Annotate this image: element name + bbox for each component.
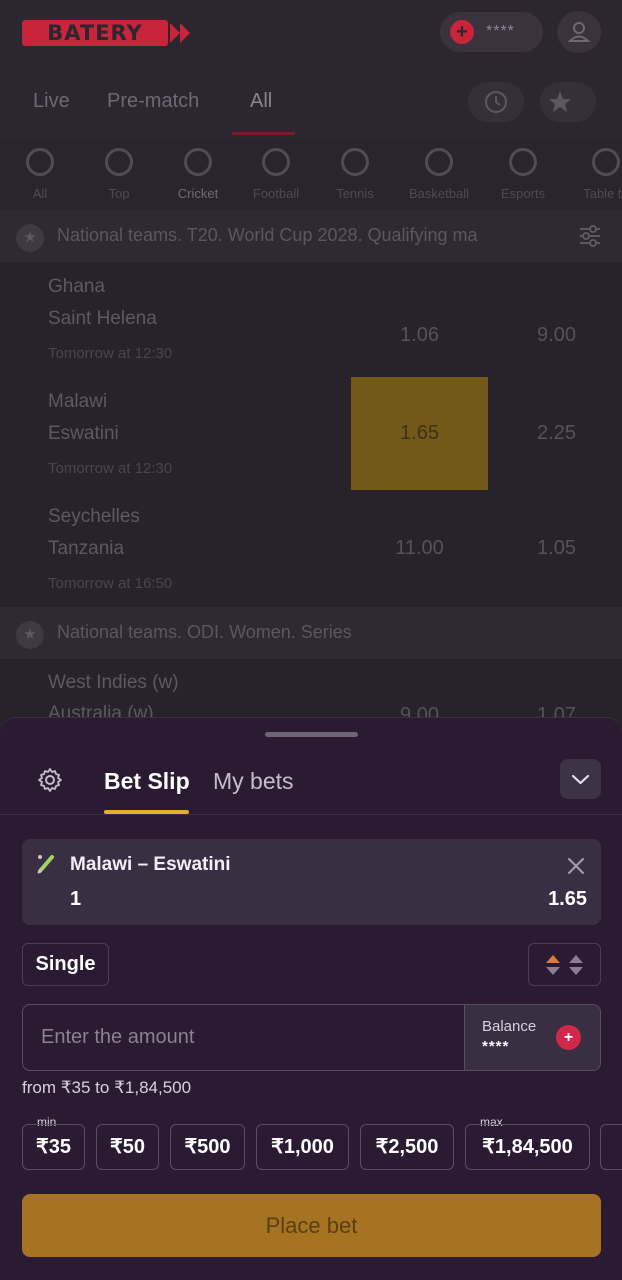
amount-input[interactable] (23, 1005, 463, 1070)
league-name: National teams. T20. World Cup 2028. Qua… (57, 225, 478, 245)
drag-handle[interactable] (265, 732, 358, 737)
match-time: Tomorrow at 12:30 (48, 345, 173, 362)
top-header: BATERY + **** (0, 0, 622, 64)
team-home: West Indies (w) (48, 672, 179, 693)
balance-panel: Balance **** + (464, 1005, 600, 1070)
team-home: Seychelles (48, 506, 140, 527)
collapse-button[interactable] (560, 759, 601, 799)
team-home: Malawi (48, 391, 108, 412)
logo-text: BATERY (22, 20, 168, 46)
balance-value: **** (482, 1038, 510, 1055)
schedule-button[interactable] (468, 82, 524, 122)
quick-amount-button[interactable]: ₹2,500 (360, 1124, 454, 1170)
logo-chevron-icon (180, 23, 190, 43)
match-row[interactable]: Malawi Eswatini Tomorrow at 12:30 1.65 2… (0, 377, 622, 492)
league-header[interactable]: ★ National teams. ODI. Women. Series (0, 607, 622, 659)
gamepad-icon (509, 148, 537, 176)
profile-button[interactable] (557, 11, 601, 53)
sport-basketball[interactable]: Basketball (399, 148, 479, 201)
tab-pre-match[interactable]: Pre-match (107, 90, 199, 113)
selection-outcome: 1 (70, 888, 82, 910)
team-away: Tanzania (48, 538, 125, 559)
paddle-icon (592, 148, 620, 176)
match-time: Tomorrow at 16:50 (48, 575, 173, 592)
quick-amount-button[interactable]: ₹50 (96, 1124, 159, 1170)
deposit-balance-button[interactable]: + **** (440, 12, 543, 52)
odds-change-settings-button[interactable] (528, 943, 601, 986)
bet-slip-sheet: Bet Slip My bets Malawi – Eswatini 1 1.6… (0, 717, 622, 1280)
odd-button-1[interactable]: 11.00 (351, 492, 488, 605)
league-header[interactable]: ★ National teams. T20. World Cup 2028. Q… (0, 210, 622, 262)
odd-button-1-selected[interactable]: 1.65 (351, 377, 488, 490)
chevron-down-icon (571, 774, 590, 785)
quick-amount-button[interactable]: ₹1,000 (256, 1124, 349, 1170)
basketball-icon (425, 148, 453, 176)
user-icon (567, 22, 591, 42)
balance-label: Balance (482, 1018, 537, 1035)
tab-bet-slip[interactable]: Bet Slip (104, 768, 190, 795)
place-bet-button[interactable]: Place bet (22, 1194, 601, 1257)
sport-esports[interactable]: Esports (483, 148, 563, 201)
selection-odds: 1.65 (548, 888, 587, 910)
tab-my-bets[interactable]: My bets (213, 768, 294, 795)
sport-cricket[interactable]: Cricket (158, 148, 238, 201)
sport-football[interactable]: Football (236, 148, 316, 201)
football-icon (262, 148, 290, 176)
flame-icon (105, 148, 133, 176)
selection-event: Malawi – Eswatini (70, 854, 231, 875)
sport-all[interactable]: All (0, 148, 80, 201)
close-icon[interactable] (565, 855, 587, 877)
sport-table-tennis[interactable]: Table te (566, 148, 622, 201)
balance-masked: **** (486, 23, 515, 40)
match-row[interactable]: Ghana Saint Helena Tomorrow at 12:30 1.0… (0, 262, 622, 377)
quick-amount-button[interactable]: ₹35 (22, 1124, 85, 1170)
selection-card: Malawi – Eswatini 1 1.65 (22, 839, 601, 925)
logo-chevron-icon (170, 23, 180, 43)
active-tab-indicator (232, 132, 295, 135)
team-home: Ghana (48, 276, 106, 297)
clock-icon (485, 91, 507, 113)
quick-amount-button-partial[interactable] (600, 1124, 622, 1170)
sort-arrows-icon (546, 955, 583, 975)
star-icon (549, 91, 571, 112)
gear-icon[interactable] (36, 766, 64, 794)
favorites-button[interactable] (540, 82, 596, 122)
sports-filter: All Top Cricket Football Tennis Basketba… (0, 138, 622, 210)
quick-amount-button[interactable]: ₹1,84,500 (465, 1124, 590, 1170)
odd-button-2[interactable]: 1.05 (488, 492, 622, 605)
odd-button-2[interactable]: 2.25 (488, 377, 622, 490)
odd-button-2[interactable]: 9.00 (488, 263, 622, 376)
team-away: Saint Helena (48, 308, 157, 329)
brand-logo[interactable]: BATERY (22, 20, 190, 46)
divider (0, 814, 622, 815)
odd-button-1[interactable]: 1.06 (351, 263, 488, 376)
tab-all[interactable]: All (250, 90, 272, 113)
cricket-bat-icon (184, 148, 212, 176)
league-name: National teams. ODI. Women. Series (57, 622, 352, 642)
sport-tennis[interactable]: Tennis (315, 148, 395, 201)
plus-icon: + (450, 20, 474, 44)
compass-icon (26, 148, 54, 176)
stake-range-text: from ₹35 to ₹1,84,500 (22, 1078, 192, 1097)
tennis-ball-icon (341, 148, 369, 176)
team-away: Eswatini (48, 423, 119, 444)
tab-live[interactable]: Live (33, 90, 70, 113)
quick-amount-button[interactable]: ₹500 (170, 1124, 245, 1170)
match-time: Tomorrow at 12:30 (48, 460, 173, 477)
trophy-icon: ★ (16, 224, 44, 252)
bet-type-single[interactable]: Single (22, 943, 109, 986)
market-tabs: Live Pre-match All (0, 64, 622, 138)
trophy-icon: ★ (16, 621, 44, 649)
match-row[interactable]: Seychelles Tanzania Tomorrow at 16:50 11… (0, 492, 622, 607)
cricket-bat-icon (37, 855, 54, 874)
filter-sliders-icon[interactable] (578, 224, 602, 248)
deposit-plus-icon[interactable]: + (556, 1025, 581, 1050)
sport-top[interactable]: Top (79, 148, 159, 201)
stake-amount-field: Balance **** + (22, 1004, 601, 1071)
